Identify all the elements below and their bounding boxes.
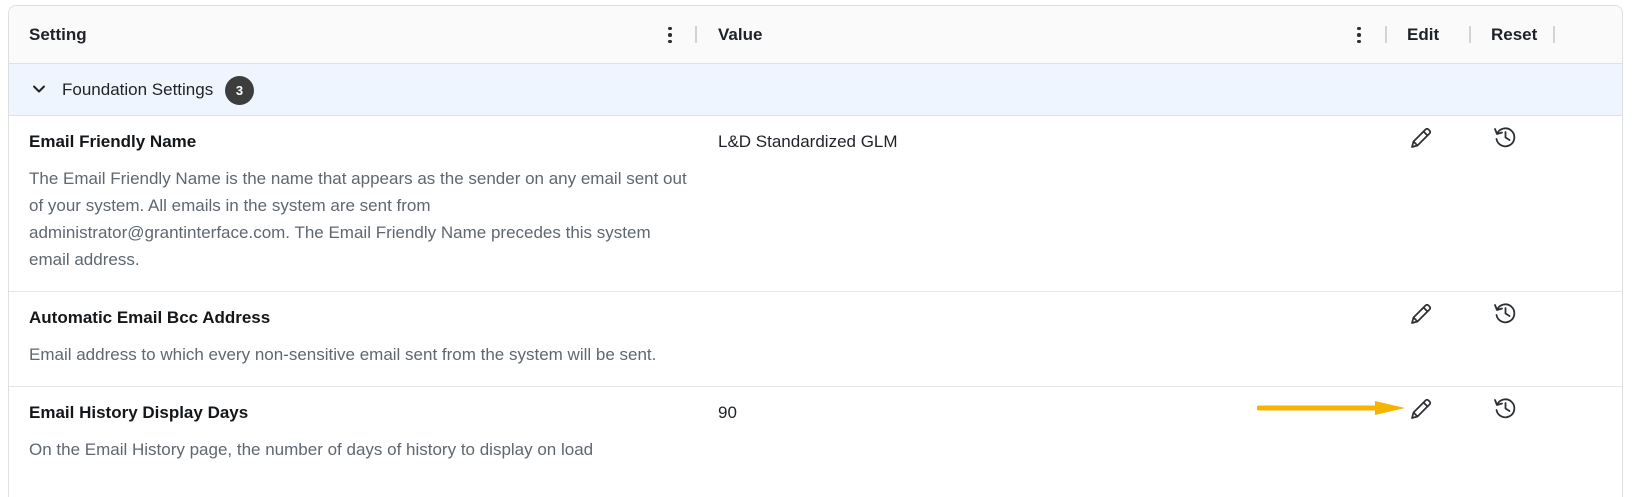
column-resize-handle[interactable] [1553, 26, 1555, 43]
setting-title: Automatic Email Bcc Address [29, 308, 271, 327]
column-header-reset[interactable]: Reset [1491, 6, 1537, 63]
chevron-down-icon[interactable] [31, 81, 47, 97]
setting-description: The Email Friendly Name is the name that… [29, 169, 687, 269]
column-resize-handle[interactable] [1385, 26, 1387, 43]
group-label: Foundation Settings [62, 80, 214, 99]
column-resize-handle[interactable] [1469, 26, 1471, 43]
history-icon[interactable] [1491, 123, 1519, 151]
column-header-setting[interactable]: Setting [29, 6, 87, 63]
setting-title: Email History Display Days [29, 403, 249, 422]
setting-title: Email Friendly Name [29, 132, 197, 151]
table-row: Automatic Email Bcc Address Email addres… [9, 292, 1622, 387]
grid-header: Setting Value Edit Reset [9, 6, 1622, 64]
kebab-menu-icon[interactable] [663, 24, 677, 46]
history-icon[interactable] [1491, 299, 1519, 327]
setting-description: Email address to which every non-sensiti… [29, 345, 657, 364]
table-row: Email Friendly Name The Email Friendly N… [9, 116, 1622, 292]
table-row: Email History Display Days On the Email … [9, 387, 1622, 497]
pencil-icon[interactable] [1407, 395, 1435, 423]
setting-description: On the Email History page, the number of… [29, 440, 594, 459]
setting-value: L&D Standardized GLM [718, 132, 898, 151]
column-header-edit[interactable]: Edit [1407, 6, 1439, 63]
group-row-foundation-settings[interactable]: Foundation Settings 3 [9, 64, 1622, 116]
annotation-arrow [1257, 401, 1405, 415]
setting-value: 90 [718, 403, 737, 422]
kebab-menu-icon[interactable] [1352, 24, 1366, 46]
pencil-icon[interactable] [1407, 124, 1435, 152]
column-header-value[interactable]: Value [718, 6, 762, 63]
pencil-icon[interactable] [1407, 300, 1435, 328]
settings-grid: Setting Value Edit Reset Foundation Sett… [8, 5, 1623, 497]
history-icon[interactable] [1491, 394, 1519, 422]
column-resize-handle[interactable] [695, 26, 697, 43]
group-count-badge: 3 [225, 76, 254, 105]
